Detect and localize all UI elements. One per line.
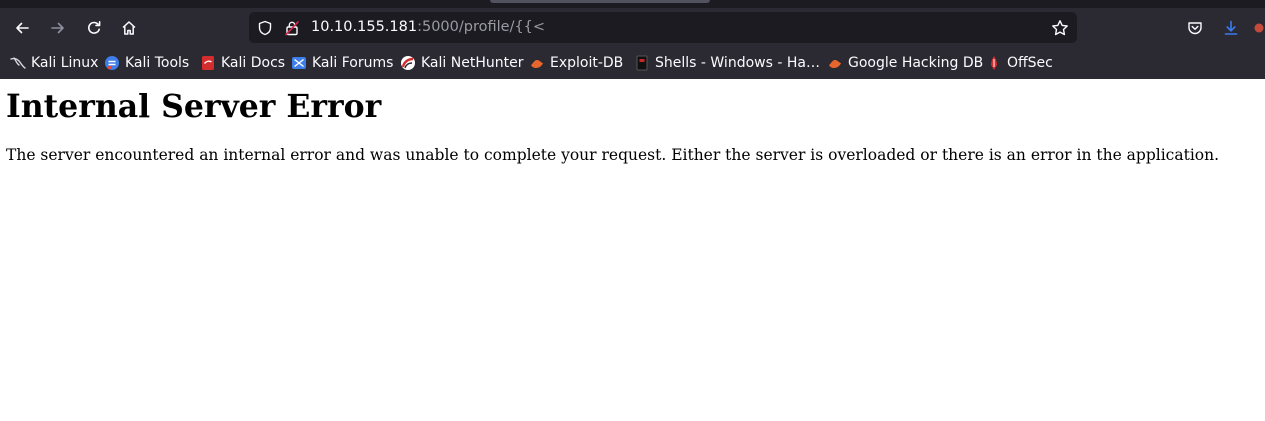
back-arrow-icon [16, 22, 29, 34]
kali-tools-icon [104, 55, 120, 71]
ghdb-icon [827, 55, 843, 71]
nethunter-icon [400, 55, 416, 71]
bookmark-label: Kali Docs [221, 55, 286, 71]
bookmark-exploit-db[interactable]: Exploit-DB [529, 52, 623, 74]
bookmarks-toolbar: Kali Linux Kali Tools Kali Docs Kali For… [0, 48, 1265, 79]
exploit-db-icon [529, 55, 545, 71]
offsec-icon [986, 55, 1002, 71]
shield-icon[interactable] [255, 18, 275, 38]
browser-chrome: 10.10.155.181:5000/profile/{{< Kali Linu… [0, 0, 1265, 79]
tab-strip [0, 0, 1265, 8]
url-host: 10.10.155.181 [311, 19, 418, 35]
kali-docs-icon [200, 55, 216, 71]
bookmark-label: OffSec [1007, 55, 1053, 71]
kali-dragon-icon [10, 55, 26, 71]
forward-arrow-icon [51, 22, 64, 34]
bookmark-offsec[interactable]: OffSec [986, 52, 1053, 74]
bookmark-shells-windows[interactable]: Shells - Windows - Ha… [634, 52, 820, 74]
reload-button[interactable] [78, 12, 110, 44]
error-message: The server encountered an internal error… [6, 146, 1220, 164]
forward-button[interactable] [42, 12, 74, 44]
bookmark-label: Exploit-DB [550, 55, 624, 71]
page-content: Internal Server Error The server encount… [0, 79, 1265, 421]
home-button[interactable] [113, 12, 145, 44]
bookmark-label: Shells - Windows - Ha… [655, 55, 820, 71]
kali-forums-icon [291, 55, 307, 71]
insecure-lock-icon[interactable] [282, 18, 302, 38]
pocket-icon [1188, 22, 1202, 35]
download-icon [1224, 20, 1238, 35]
extension-icon [1254, 23, 1264, 33]
bookmark-label: Kali Tools [125, 55, 190, 71]
error-heading: Internal Server Error [6, 88, 382, 125]
bookmark-kali-docs[interactable]: Kali Docs [200, 52, 285, 74]
navigation-toolbar: 10.10.155.181:5000/profile/{{< [0, 8, 1265, 48]
reload-icon [88, 21, 101, 34]
back-button[interactable] [6, 12, 38, 44]
home-icon [122, 21, 136, 35]
bookmark-kali-linux[interactable]: Kali Linux [10, 52, 98, 74]
bookmark-label: Kali Forums [312, 55, 394, 71]
bookmark-google-hacking-db[interactable]: Google Hacking DB [827, 52, 983, 74]
star-icon[interactable] [1050, 18, 1070, 38]
pocket-button[interactable] [1179, 12, 1211, 44]
downloads-button[interactable] [1215, 12, 1247, 44]
bookmark-kali-nethunter[interactable]: Kali NetHunter [400, 52, 523, 74]
bookmark-label: Kali Linux [31, 55, 99, 71]
bookmark-kali-tools[interactable]: Kali Tools [104, 52, 189, 74]
bookmark-kali-forums[interactable]: Kali Forums [291, 52, 393, 74]
url-text[interactable]: 10.10.155.181:5000/profile/{{< [311, 12, 545, 43]
bookmark-label: Google Hacking DB [848, 55, 984, 71]
url-path: :5000/profile/{{< [417, 19, 546, 35]
shells-icon [634, 55, 650, 71]
address-bar[interactable]: 10.10.155.181:5000/profile/{{< [249, 12, 1077, 43]
bookmark-label: Kali NetHunter [421, 55, 524, 71]
active-tab-edge[interactable] [490, 0, 710, 3]
extension-button[interactable] [1253, 12, 1265, 44]
